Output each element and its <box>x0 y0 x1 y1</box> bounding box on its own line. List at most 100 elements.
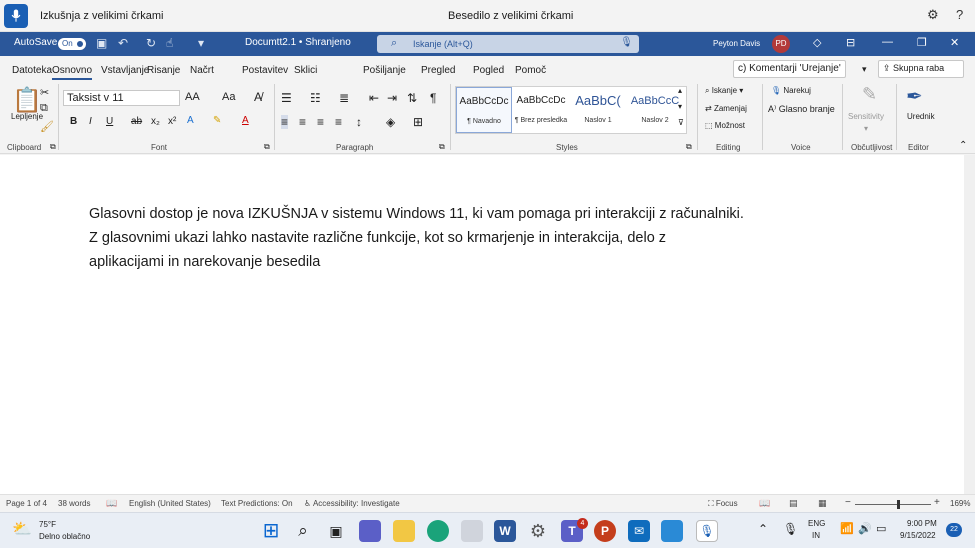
bullets-icon[interactable]: ☰ <box>281 91 292 105</box>
gear-icon[interactable]: ⚙ <box>927 7 939 23</box>
tab-file[interactable]: Datoteka <box>12 65 52 76</box>
styles-launcher-icon[interactable]: ⧉ <box>686 142 692 152</box>
focus-button[interactable]: ⛶ Focus <box>708 499 738 509</box>
search-box[interactable]: ⌕ Iskanje (Alt+Q) 🎙 <box>377 35 639 53</box>
select-button[interactable]: ⬚ Možnost <box>705 121 745 130</box>
word-icon[interactable]: W <box>494 520 516 542</box>
style-heading-1[interactable]: AaBbC( Naslov 1 <box>570 87 626 133</box>
style-heading-2[interactable]: AaBbCcC Naslov 2 <box>627 87 683 133</box>
microphone-tray-icon[interactable]: 🎙 <box>783 522 798 536</box>
decrease-indent-icon[interactable]: ⇤ <box>369 91 379 105</box>
font-launcher-icon[interactable]: ⧉ <box>264 142 270 152</box>
style-no-spacing[interactable]: AaBbCcDc ¶ Brez presledka <box>513 87 569 133</box>
paragraph-launcher-icon[interactable]: ⧉ <box>439 142 445 152</box>
change-case-button[interactable]: Aa <box>222 91 235 103</box>
replace-button[interactable]: ⇄ Zamenjaj <box>705 104 747 113</box>
question-icon[interactable]: ? <box>956 7 963 22</box>
font-name-field[interactable]: Taksist v 11 <box>63 90 180 106</box>
subscript-button[interactable]: x₂ <box>151 116 160 127</box>
clipboard-launcher-icon[interactable]: ⧉ <box>50 142 56 152</box>
redo-icon[interactable]: ↻ <box>146 36 156 50</box>
format-painter-icon[interactable]: 🖌 <box>40 120 54 133</box>
comments-button[interactable]: c) Komentarji 'Urejanje' <box>733 60 846 78</box>
language-top[interactable]: ENG <box>808 519 825 528</box>
search-taskbar-icon[interactable]: ⌕ <box>292 520 314 542</box>
start-icon[interactable]: ⊞ <box>260 520 282 542</box>
align-right-icon[interactable]: ≡ <box>317 115 324 129</box>
editor-label[interactable]: Urednik <box>907 112 935 121</box>
justify-icon[interactable]: ≡ <box>335 115 342 129</box>
underline-button[interactable]: U <box>106 116 113 127</box>
accessibility-status[interactable]: ♿ Accessibility: Investigate <box>304 499 400 508</box>
zoom-slider-track[interactable] <box>855 504 931 505</box>
print-layout-icon[interactable]: ▤ <box>789 498 798 509</box>
edge-icon[interactable] <box>427 520 449 542</box>
voice-access-taskbar-icon[interactable]: 🎙 <box>696 520 718 542</box>
notification-count[interactable]: 22 <box>946 523 962 537</box>
comments-chevron-icon[interactable]: ▾ <box>862 64 867 75</box>
sensitivity-label[interactable]: Sensitivity <box>848 112 884 121</box>
strikethrough-button[interactable]: ab <box>131 116 142 127</box>
file-explorer-icon[interactable] <box>393 520 415 542</box>
read-aloud-button[interactable]: A⁾ Glasno branje <box>768 104 835 115</box>
zoom-slider-thumb[interactable] <box>897 500 900 509</box>
styles-scroll-up-icon[interactable]: ▴ <box>678 86 682 95</box>
zoom-in-icon[interactable]: + <box>934 497 940 508</box>
multilevel-list-icon[interactable]: ≣ <box>339 91 349 105</box>
tab-home[interactable]: Osnovno <box>52 65 93 80</box>
undo-icon[interactable]: ↶ <box>118 36 128 50</box>
avatar[interactable]: PD <box>772 35 790 53</box>
proofing-icon[interactable]: 📖 <box>106 498 117 509</box>
zoom-level[interactable]: 169% <box>950 499 970 508</box>
volume-icon[interactable]: 🔊 <box>858 522 872 535</box>
tab-view[interactable]: Pogled <box>473 65 504 76</box>
restore-icon[interactable]: ❐ <box>917 36 927 49</box>
grow-font-button[interactable]: AA <box>185 91 200 103</box>
highlight-icon[interactable]: ✎ <box>213 115 221 126</box>
superscript-button[interactable]: x² <box>168 116 176 127</box>
tab-draw[interactable]: Risanje <box>147 65 180 76</box>
dictate-search-icon[interactable]: 🎙 <box>620 37 633 48</box>
read-mode-icon[interactable]: 📖 <box>759 498 770 509</box>
vertical-scrollbar[interactable] <box>964 155 975 494</box>
find-button[interactable]: ⌕ Iskanje ▾ <box>705 86 743 96</box>
powerpoint-icon[interactable]: P <box>594 520 616 542</box>
copy-icon[interactable]: ⧉ <box>40 102 48 115</box>
line-spacing-icon[interactable]: ↕ <box>356 115 362 129</box>
show-marks-icon[interactable]: ¶ <box>430 91 436 105</box>
autosave-toggle[interactable]: On <box>58 38 86 50</box>
microphone-button[interactable] <box>4 4 28 28</box>
document-line[interactable]: aplikacijami in narekovanje besedila <box>89 250 789 274</box>
italic-button[interactable]: I <box>89 116 92 127</box>
wifi-icon[interactable]: 📶 <box>840 522 854 535</box>
chevron-up-icon[interactable]: ⌃ <box>758 522 768 536</box>
close-icon[interactable]: ✕ <box>950 36 959 49</box>
sensitivity-chevron-icon[interactable]: ▾ <box>864 124 868 133</box>
chat-icon[interactable] <box>359 520 381 542</box>
borders-icon[interactable]: ⊞ <box>413 115 423 129</box>
tab-help[interactable]: Pomoč <box>515 65 546 76</box>
document-canvas[interactable]: Glasovni dostop je nova IZKUŠNJA v siste… <box>0 155 964 494</box>
font-color-button[interactable]: A <box>242 115 249 126</box>
align-left-icon[interactable]: ≡ <box>281 115 289 129</box>
weather-desc[interactable]: Delno oblačno <box>39 532 90 541</box>
align-center-icon[interactable]: ≡ <box>299 115 306 129</box>
tab-review[interactable]: Pregled <box>421 65 455 76</box>
sensitivity-icon[interactable]: ✎ <box>862 84 877 105</box>
document-line[interactable]: Z glasovnimi ukazi lahko nastavite razli… <box>89 226 789 250</box>
ribbon-display-icon[interactable]: ⊟ <box>846 36 855 49</box>
increase-indent-icon[interactable]: ⇥ <box>387 91 397 105</box>
tab-layout[interactable]: Postavitev <box>242 65 288 76</box>
text-effects-icon[interactable]: A <box>187 115 194 126</box>
document-body[interactable]: Glasovni dostop je nova IZKUŠNJA v siste… <box>89 202 789 274</box>
save-icon[interactable]: ▣ <box>96 36 107 50</box>
customize-chevron-icon[interactable]: ▾ <box>198 36 204 50</box>
clear-formatting-icon[interactable]: A̸ <box>254 90 262 104</box>
touch-mode-icon[interactable]: ☝ <box>166 36 173 50</box>
collapse-ribbon-icon[interactable]: ⌃ <box>959 140 967 151</box>
language-bottom[interactable]: IN <box>812 531 820 540</box>
editor-icon[interactable]: ✒ <box>906 84 923 109</box>
weather-temp[interactable]: 75°F <box>39 520 56 529</box>
page-count[interactable]: Page 1 of 4 <box>6 499 47 508</box>
tab-references[interactable]: Sklici <box>294 65 317 76</box>
